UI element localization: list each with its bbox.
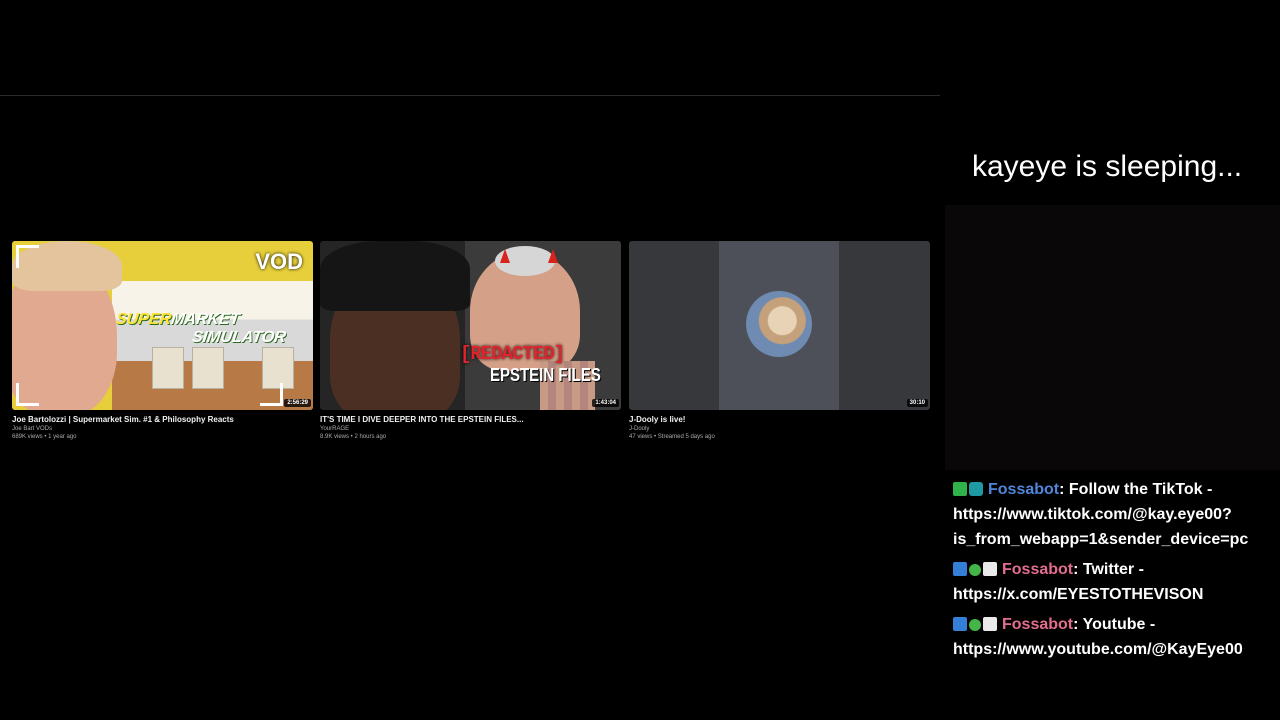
camera-placeholder [945, 205, 1280, 470]
verified-badge-icon [969, 564, 981, 576]
video-channel[interactable]: J-Dooly [629, 426, 930, 432]
chat-username[interactable]: Fossabot [988, 481, 1059, 498]
video-channel[interactable]: YourRAGE [320, 426, 621, 432]
thumbnail-logo-line1: SUPERMARKET [114, 311, 241, 328]
video-meta: 689K views • 1 year ago [12, 434, 77, 440]
video-meta: 47 views • Streamed 5 days ago [629, 434, 715, 440]
bot-badge-icon [969, 482, 983, 496]
video-thumbnail[interactable]: [REDACTED] EPSTEIN FILES 1:43:04 [320, 241, 621, 410]
video-title[interactable]: J-Dooly is live! [629, 415, 930, 424]
hammer-badge-icon [953, 562, 967, 576]
video-title[interactable]: IT'S TIME I DIVE DEEPER INTO THE EPSTEIN… [320, 415, 621, 424]
chat-message: Fossabot: Twitter - https://x.com/EYESTO… [953, 557, 1268, 607]
thumbnail-logo-line2: SIMULATOR [190, 329, 287, 346]
chat-username[interactable]: Fossabot [1002, 561, 1073, 578]
video-meta: 8.9K views • 2 hours ago [320, 434, 387, 440]
header-divider [0, 95, 940, 96]
chat-username[interactable]: Fossabot [1002, 616, 1073, 633]
video-card[interactable]: 30:10 J-Dooly is live! J-Dooly 47 views … [629, 241, 930, 440]
video-duration: 30:10 [906, 399, 928, 407]
eye-badge-icon [983, 617, 997, 631]
thumbnail-durag [320, 241, 470, 311]
frame-corner [16, 245, 39, 268]
thumbnail-epstein-text: EPSTEIN FILES [490, 365, 601, 386]
devil-horn-icon [500, 249, 510, 263]
frame-corner [16, 383, 39, 406]
video-duration: 1:43:04 [592, 399, 619, 407]
chat-message: Fossabot: Youtube - https://www.youtube.… [953, 612, 1268, 662]
hammer-badge-icon [953, 617, 967, 631]
verified-badge-icon [969, 619, 981, 631]
frame-corner [260, 383, 283, 406]
eye-badge-icon [983, 562, 997, 576]
stream-status-text: kayeye is sleeping... [972, 150, 1243, 183]
channel-avatar [746, 291, 812, 357]
pencil-badge-icon [953, 482, 967, 496]
video-card[interactable]: VOD SUPERMARKET SIMULATOR 2:56:29 Joe Ba… [12, 241, 313, 440]
thumbnail-vod-text: VOD [255, 249, 303, 274]
video-channel[interactable]: Joe Bart VODs [12, 426, 313, 432]
video-thumbnail[interactable]: VOD SUPERMARKET SIMULATOR 2:56:29 [12, 241, 313, 410]
video-thumbnail[interactable]: 30:10 [629, 241, 930, 410]
video-title[interactable]: Joe Bartolozzi | Supermarket Sim. #1 & P… [12, 415, 313, 424]
video-duration: 2:56:29 [284, 399, 311, 407]
devil-horn-icon [548, 249, 558, 263]
chat-log: Fossabot: Follow the TikTok - https://ww… [953, 477, 1268, 667]
chat-message: Fossabot: Follow the TikTok - https://ww… [953, 477, 1268, 552]
thumbnail-redacted-text: [REDACTED] [460, 343, 565, 365]
video-card[interactable]: [REDACTED] EPSTEIN FILES 1:43:04 IT'S TI… [320, 241, 621, 440]
